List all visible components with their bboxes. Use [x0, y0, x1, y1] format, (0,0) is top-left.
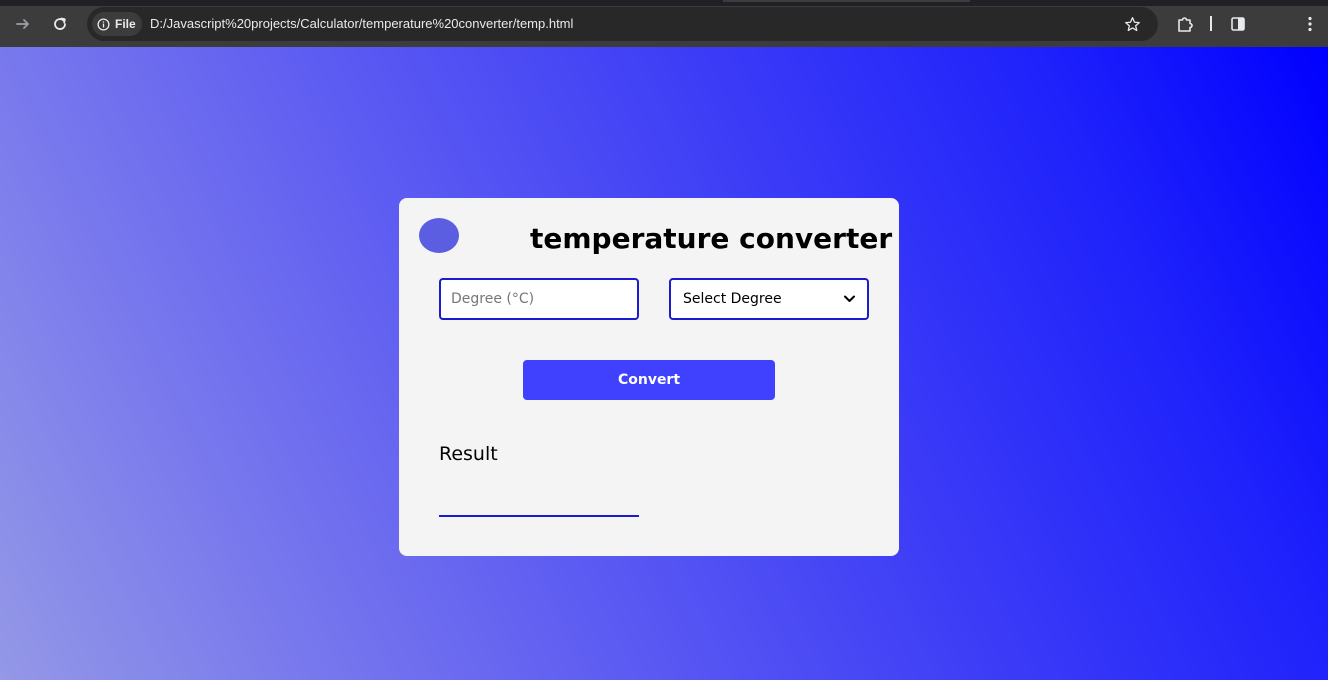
browser-window: File D:/Javascript%20projects/Calculator…: [0, 0, 1328, 680]
forward-icon[interactable]: [11, 12, 35, 36]
site-info-chip[interactable]: File: [92, 12, 142, 36]
extensions-icon[interactable]: [1173, 12, 1197, 36]
degree-input[interactable]: [439, 278, 639, 320]
page-title: temperature converter: [530, 222, 893, 255]
menu-icon[interactable]: [1298, 12, 1322, 36]
chevron-down-icon: [844, 295, 855, 302]
url-text[interactable]: D:/Javascript%20projects/Calculator/temp…: [150, 16, 573, 31]
result-label: Result: [439, 443, 498, 465]
degree-select[interactable]: Select Degree: [669, 278, 869, 320]
info-icon: [97, 17, 110, 31]
side-panel-icon[interactable]: [1226, 12, 1250, 36]
convert-button[interactable]: Convert: [523, 360, 775, 400]
theme-toggle[interactable]: [419, 218, 459, 253]
active-tab-edge: [723, 0, 970, 2]
reload-icon[interactable]: [48, 12, 72, 36]
result-output: [439, 485, 639, 517]
tab-strip: [0, 0, 1328, 6]
converter-card: temperature converter Select Degree Conv…: [399, 198, 899, 556]
site-chip-label: File: [115, 17, 136, 31]
toolbar-divider: [1210, 16, 1212, 31]
browser-toolbar: File D:/Javascript%20projects/Calculator…: [0, 0, 1328, 47]
star-icon[interactable]: [1120, 12, 1144, 36]
degree-select-value: Select Degree: [683, 291, 782, 307]
address-bar[interactable]: File D:/Javascript%20projects/Calculator…: [87, 7, 1158, 41]
page-background: temperature converter Select Degree Conv…: [0, 47, 1328, 680]
